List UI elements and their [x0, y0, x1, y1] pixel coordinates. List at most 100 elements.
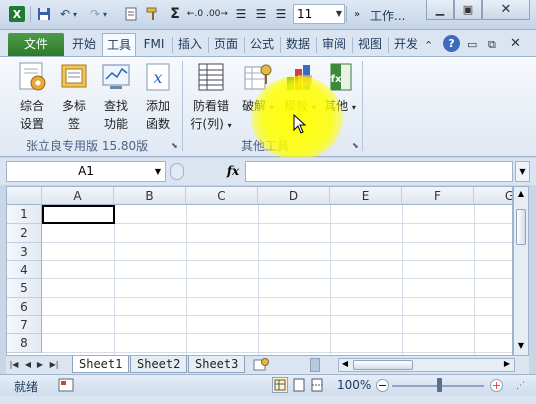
undo-dropdown-icon[interactable]: ▾	[70, 5, 80, 23]
column-header[interactable]: E	[330, 187, 402, 205]
tab-formulas[interactable]: 公式	[246, 33, 278, 56]
align-right-icon[interactable]: ☰	[272, 5, 290, 23]
window-restore-icon[interactable]: ⧉	[488, 38, 496, 52]
last-sheet-icon[interactable]: ▶|	[48, 358, 60, 372]
collapse-ribbon-icon[interactable]: ⌃	[424, 39, 433, 52]
column-header[interactable]: D	[258, 187, 330, 205]
scroll-up-icon[interactable]: ▲	[515, 189, 527, 201]
zoom-slider-thumb[interactable]	[437, 378, 442, 392]
first-sheet-icon[interactable]: |◀	[8, 358, 20, 372]
tab-page[interactable]: 页面	[210, 33, 242, 56]
column-header[interactable]: F	[402, 187, 474, 205]
hscroll-thumb[interactable]	[353, 360, 413, 370]
sheet-tab-sheet3[interactable]: Sheet3	[188, 356, 246, 373]
tab-tools[interactable]: 工具	[102, 33, 136, 56]
horizontal-scrollbar[interactable]: ◀ ▶	[338, 358, 515, 372]
scroll-down-icon[interactable]: ▼	[515, 341, 527, 353]
close-button[interactable]: ✕	[482, 0, 530, 20]
column-header[interactable]: G	[474, 187, 512, 205]
row-header[interactable]: 7	[7, 316, 42, 334]
crack-button[interactable]: 破解 ▾	[238, 61, 278, 117]
help-icon[interactable]: ?	[443, 35, 460, 52]
align-left-icon[interactable]: ☰	[232, 5, 250, 23]
formula-bar-splitter[interactable]	[170, 163, 184, 180]
scroll-left-icon[interactable]: ◀	[339, 359, 351, 368]
zoom-in-icon[interactable]: +	[490, 379, 503, 392]
tab-insert[interactable]: 插入	[174, 33, 206, 56]
expand-formula-bar-icon[interactable]: ▼	[515, 161, 530, 182]
chevron-down-icon: ▾	[227, 121, 232, 130]
zoom-level[interactable]: 100%	[337, 378, 371, 392]
column-header[interactable]: C	[186, 187, 258, 205]
increase-decimal-icon[interactable]: ←.0	[186, 5, 204, 23]
tab-review[interactable]: 审阅	[318, 33, 350, 56]
zoom-out-icon[interactable]: −	[376, 379, 389, 392]
format-painter-icon[interactable]	[144, 5, 162, 23]
minimize-button[interactable]: ▁	[426, 0, 454, 20]
sheet-tab-sheet1[interactable]: Sheet1	[72, 356, 130, 373]
restore-button[interactable]: ▣	[454, 0, 482, 20]
row-header[interactable]: 4	[7, 261, 42, 279]
tab-file[interactable]: 文件	[8, 33, 64, 56]
column-header[interactable]: A	[42, 187, 114, 205]
name-box[interactable]: A1 ▼	[6, 161, 166, 182]
worksheet-grid[interactable]: A B C D E F G 1 2 3 4 5 6 7 8	[6, 186, 513, 356]
row-header[interactable]: 6	[7, 298, 42, 316]
multi-tab-icon	[58, 61, 90, 93]
dialog-launcher-icon[interactable]: ⬊	[171, 141, 178, 150]
row-header[interactable]: 2	[7, 224, 42, 243]
align-center-icon[interactable]: ☰	[252, 5, 270, 23]
normal-view-icon[interactable]	[272, 377, 288, 393]
selected-cell[interactable]	[42, 205, 115, 224]
insert-sheet-icon[interactable]	[252, 358, 270, 372]
multi-tab-label-2: 签	[67, 117, 80, 131]
window-title: 工作...	[370, 9, 406, 23]
add-function-button[interactable]: x 添加 函数	[138, 61, 178, 133]
row-header[interactable]: 5	[7, 279, 42, 298]
scroll-thumb[interactable]	[516, 209, 526, 245]
prevent-misread-button[interactable]: 防看错 行(列) ▾	[188, 61, 234, 135]
formula-input[interactable]	[245, 161, 513, 182]
lookup-function-label-2: 功能	[103, 117, 128, 131]
decrease-decimal-icon[interactable]: .00→	[206, 5, 228, 23]
page-break-view-icon[interactable]	[310, 378, 324, 395]
lookup-function-button[interactable]: 查找 功能	[96, 61, 136, 133]
window-minimize-icon[interactable]: ▭	[467, 38, 477, 51]
tab-developer[interactable]: 开发	[390, 33, 422, 56]
window-close-icon[interactable]: ✕	[510, 36, 521, 51]
scroll-right-icon[interactable]: ▶	[501, 359, 513, 368]
select-all-corner[interactable]	[7, 187, 42, 205]
save-icon[interactable]	[35, 5, 53, 23]
excel-logo-icon[interactable]: X	[8, 5, 26, 23]
sum-icon[interactable]: Σ	[166, 5, 184, 23]
resize-grip-icon[interactable]: ⋰	[516, 381, 525, 391]
insert-function-button[interactable]: fx	[222, 161, 244, 182]
other-button[interactable]: fx 其他 ▾	[320, 61, 360, 117]
prev-sheet-icon[interactable]: ◀	[22, 358, 34, 372]
dialog-launcher-icon[interactable]: ⬊	[352, 141, 359, 150]
sheet-tab-sheet2[interactable]: Sheet2	[130, 356, 188, 373]
tab-home[interactable]: 开始	[68, 33, 100, 56]
macro-record-icon[interactable]	[58, 378, 74, 395]
minimize-icon: ▁	[435, 3, 445, 16]
font-size-select[interactable]: 11 ▼	[293, 4, 345, 24]
page-layout-view-icon[interactable]	[292, 378, 306, 395]
vertical-scrollbar[interactable]: ▲ ▼	[513, 186, 529, 356]
tab-data[interactable]: 数据	[282, 33, 314, 56]
print-preview-icon[interactable]	[122, 5, 140, 23]
multi-tab-button[interactable]: 多标 签	[54, 61, 94, 133]
next-sheet-icon[interactable]: ▶	[34, 358, 46, 372]
row-header[interactable]: 3	[7, 243, 42, 261]
row-header[interactable]: 8	[7, 334, 42, 353]
template-button[interactable]: 模板 ▾	[280, 61, 320, 117]
comprehensive-settings-button[interactable]: 综合 设置	[12, 61, 52, 133]
chevron-down-icon: ▾	[351, 103, 356, 112]
row-header[interactable]: 1	[7, 205, 42, 224]
tab-split-handle[interactable]	[310, 358, 320, 372]
redo-dropdown-icon[interactable]: ▾	[100, 5, 110, 23]
tab-fmi[interactable]: FMI	[138, 33, 170, 56]
chevron-down-icon: ▾	[269, 103, 274, 112]
more-commands-icon[interactable]: »	[348, 5, 366, 23]
column-header[interactable]: B	[114, 187, 186, 205]
tab-view[interactable]: 视图	[354, 33, 386, 56]
